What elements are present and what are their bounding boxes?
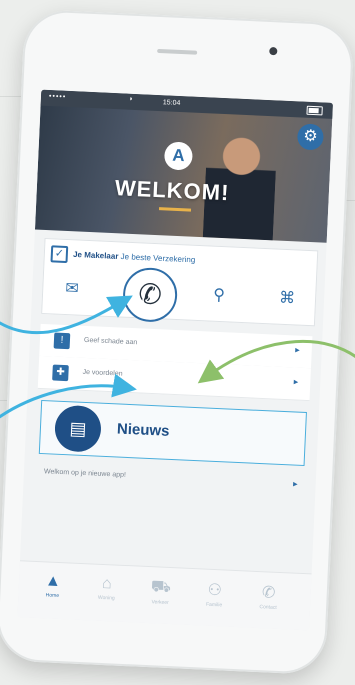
signal-indicator: ••••• bbox=[48, 93, 67, 101]
house-icon: ⌂ bbox=[101, 574, 113, 593]
nav-item-verkeer[interactable]: ⛟ Verkeer bbox=[136, 577, 185, 607]
chevron-right-icon: ▸ bbox=[293, 376, 299, 387]
news-button[interactable]: ▤ Nieuws bbox=[38, 399, 307, 467]
newspaper-icon: ▤ bbox=[53, 404, 102, 453]
nav-item-contact[interactable]: ✆ Contact bbox=[244, 581, 293, 611]
contact-icon: ✆ bbox=[261, 584, 276, 602]
gift-icon: ✚ bbox=[52, 364, 69, 382]
nav-label: Familie bbox=[205, 601, 223, 609]
app-screen: ••••• ◗ 15:04 A WELKOM! ⚙ ✓ Je Makelaar … bbox=[17, 89, 334, 631]
home-icon: ▲ bbox=[44, 572, 62, 591]
contact-icons-row: ✉ ✆ ⚲ ⌘ bbox=[42, 266, 316, 324]
mail-icon[interactable]: ✉ bbox=[65, 278, 79, 299]
battery-icon bbox=[306, 105, 323, 116]
welcome-title: WELKOM! bbox=[114, 175, 230, 206]
nav-label: Home bbox=[45, 592, 60, 599]
list-item-label: Geef schade aan bbox=[83, 336, 138, 347]
phone-speaker bbox=[157, 48, 198, 55]
nav-label: Contact bbox=[259, 604, 277, 611]
title-underline bbox=[158, 207, 192, 212]
nav-label: Woning bbox=[97, 594, 115, 602]
status-time: 15:04 bbox=[162, 99, 181, 107]
brand-row: ✓ Je Makelaar Je beste Verzekering bbox=[50, 245, 196, 269]
nav-item-home[interactable]: ▲ Home bbox=[28, 572, 77, 600]
nav-item-woning[interactable]: ⌂ Woning bbox=[82, 574, 131, 602]
nav-item-familie[interactable]: ⚇ Familie bbox=[190, 579, 239, 609]
chevron-right-icon: ▸ bbox=[295, 344, 301, 355]
chevron-right-icon: ▸ bbox=[292, 478, 298, 489]
globe-icon[interactable]: ⌘ bbox=[279, 288, 296, 309]
family-icon: ⚇ bbox=[207, 581, 223, 600]
news-item-label: Welkom op je nieuwe app! bbox=[43, 468, 127, 479]
car-icon: ⛟ bbox=[150, 578, 172, 597]
app-logo: A bbox=[163, 141, 194, 171]
report-icon: ! bbox=[53, 332, 71, 350]
brand-tagline: Je beste Verzekering bbox=[120, 252, 196, 265]
gear-icon[interactable]: ⚙ bbox=[296, 123, 325, 151]
nav-label: Verkeer bbox=[151, 599, 169, 606]
location-icon[interactable]: ⚲ bbox=[213, 285, 226, 306]
phone-icon[interactable]: ✆ bbox=[121, 266, 179, 324]
contact-card: ✓ Je Makelaar Je beste Verzekering ✉ ✆ ⚲… bbox=[41, 237, 319, 327]
phone-camera bbox=[269, 46, 278, 56]
brand-name: Je Makelaar bbox=[72, 249, 119, 261]
bottom-navigation: ▲ Home ⌂ Woning ⛟ Verkeer ⚇ Familie ✆ Co… bbox=[17, 560, 312, 631]
phone-mockup: ••••• ◗ 15:04 A WELKOM! ⚙ ✓ Je Makelaar … bbox=[0, 8, 355, 676]
checkbox-logo-icon: ✓ bbox=[50, 245, 69, 264]
news-title: Nieuws bbox=[116, 420, 170, 440]
news-list-item[interactable]: Welkom op je nieuwe app! ▸ bbox=[43, 464, 302, 496]
list-item-label: Je voordelen bbox=[82, 368, 123, 378]
wifi-icon: ◗ bbox=[128, 95, 134, 103]
